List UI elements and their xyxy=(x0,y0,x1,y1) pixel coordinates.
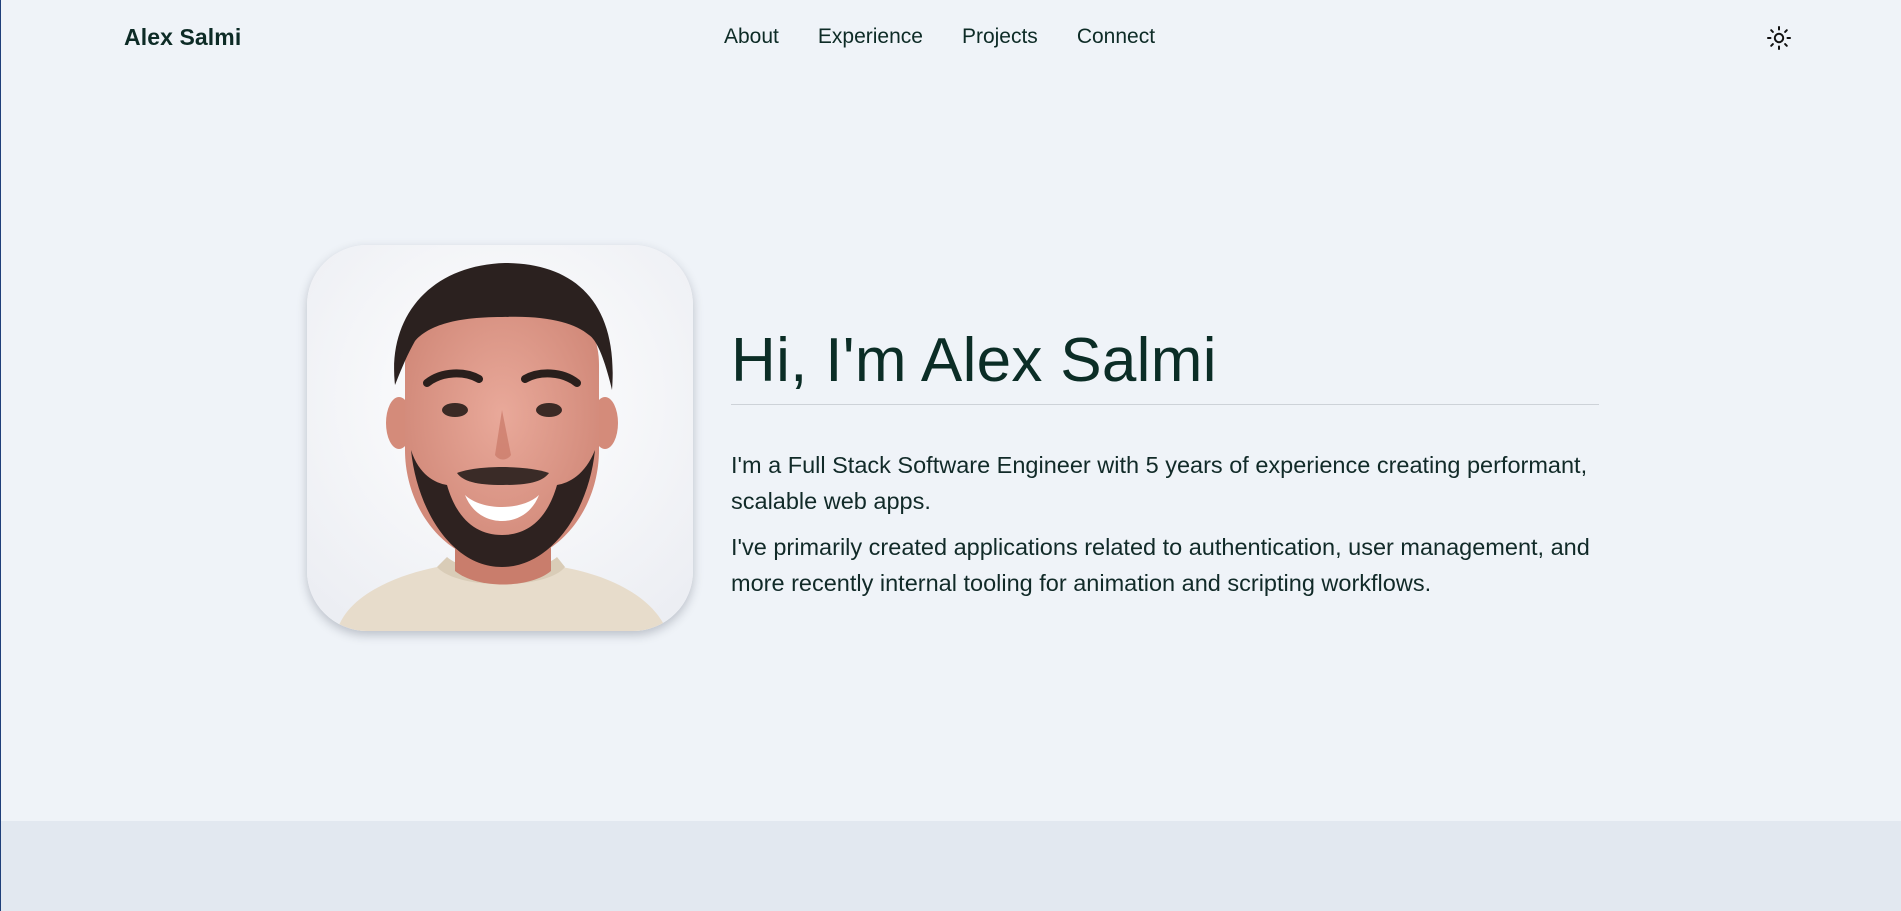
sun-icon xyxy=(1767,26,1791,50)
portrait-illustration xyxy=(307,245,693,631)
main-nav: About Experience Projects Connect xyxy=(724,25,1194,49)
profile-photo xyxy=(307,245,693,631)
bio-paragraph-2: I've primarily created applications rela… xyxy=(731,534,1590,597)
nav-link-connect[interactable]: Connect xyxy=(1077,25,1155,49)
brand-link[interactable]: Alex Salmi xyxy=(124,24,241,51)
hero-section: Hi, I'm Alex Salmi I'm a Full Stack Soft… xyxy=(307,245,1607,631)
intro-text: Hi, I'm Alex Salmi I'm a Full Stack Soft… xyxy=(731,325,1599,601)
next-section-band xyxy=(1,821,1901,911)
theme-toggle-button[interactable] xyxy=(1764,23,1794,53)
bio-paragraph-1: I'm a Full Stack Software Engineer with … xyxy=(731,452,1588,515)
site-header: Alex Salmi About Experience Projects Con… xyxy=(1,0,1901,74)
hero-headline: Hi, I'm Alex Salmi xyxy=(731,325,1599,406)
nav-link-experience[interactable]: Experience xyxy=(818,25,923,49)
nav-link-about[interactable]: About xyxy=(724,25,779,49)
nav-link-projects[interactable]: Projects xyxy=(962,25,1038,49)
